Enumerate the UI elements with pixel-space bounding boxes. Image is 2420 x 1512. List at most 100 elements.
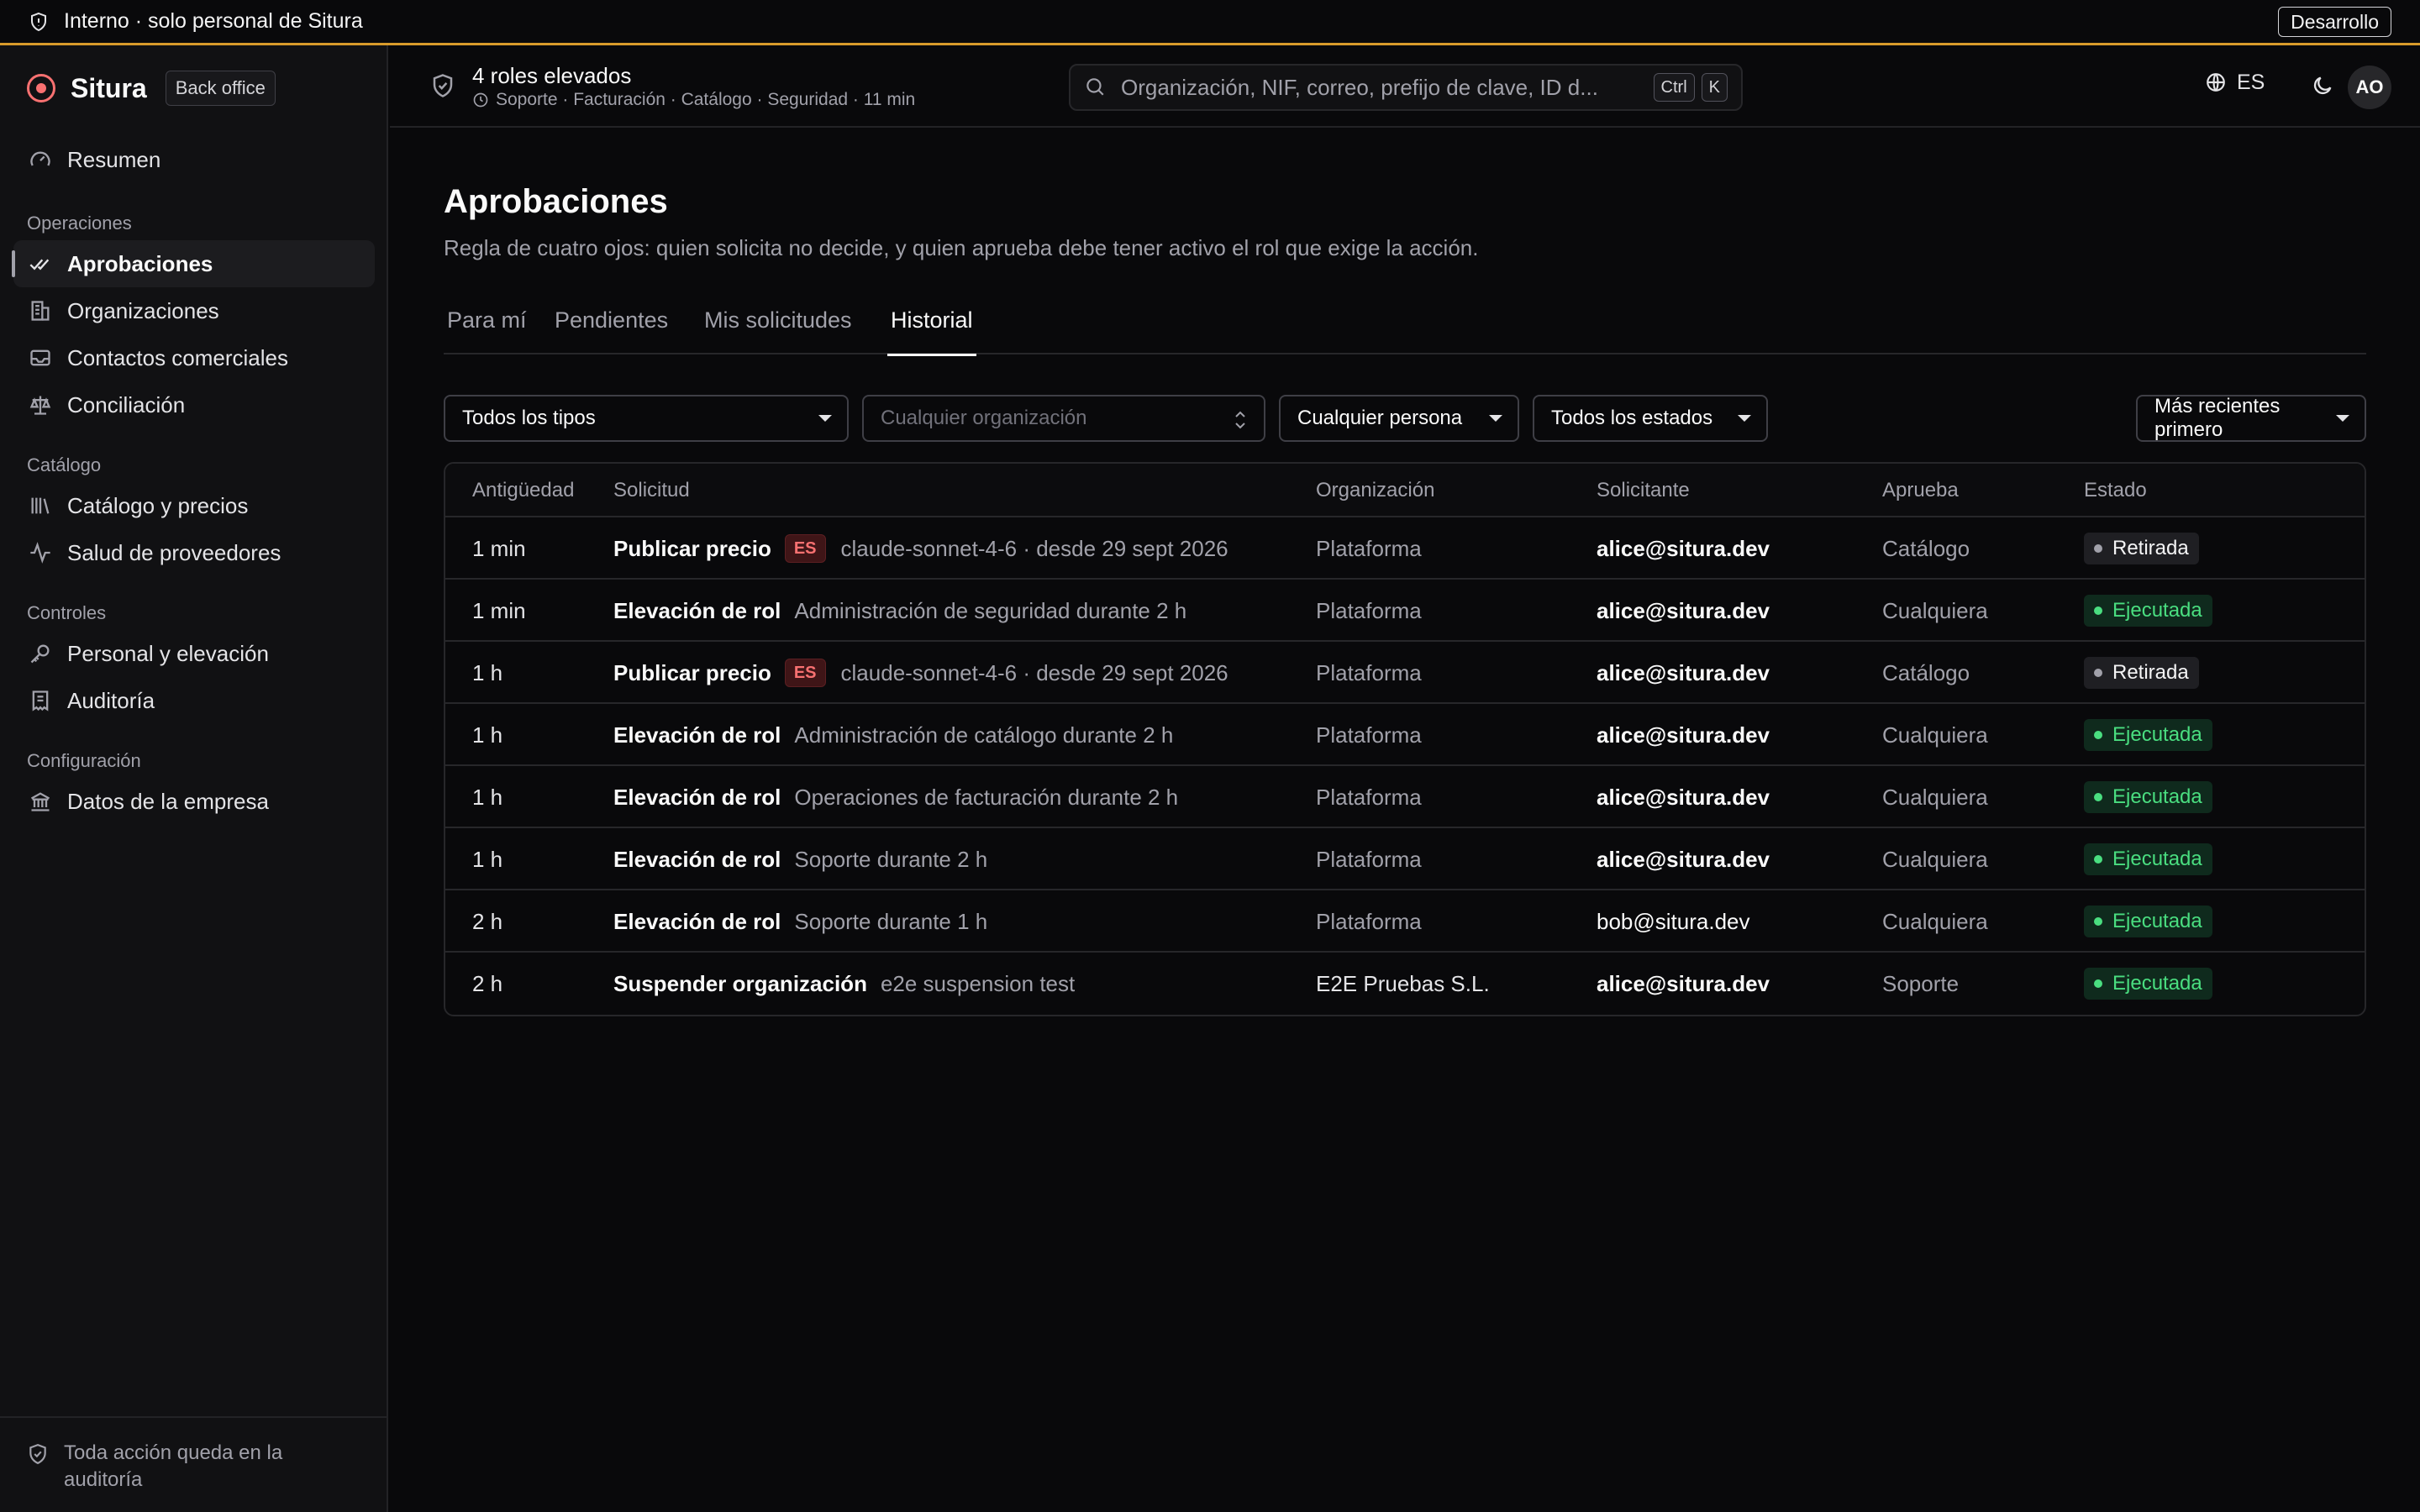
tab-mis-solicitudes[interactable]: Mis solicitudes: [704, 307, 852, 354]
organization-cell: Plataforma: [1316, 847, 1422, 872]
request-cell: Elevación de rol Soporte durante 2 h: [613, 845, 987, 874]
top-header: 4 roles elevados Soporte · Facturación ·…: [390, 45, 2420, 128]
column-header[interactable]: Solicitud: [613, 479, 690, 502]
table-row[interactable]: 1 min Publicar precio ES claude-sonnet-4…: [445, 517, 2365, 580]
column-header[interactable]: Solicitante: [1597, 479, 1690, 502]
sidebar-item-label: Contactos comerciales: [67, 344, 288, 370]
requester-cell[interactable]: bob@situra.dev: [1597, 907, 1750, 936]
request-cell: Elevación de rol Administración de segur…: [613, 596, 1186, 625]
requester-cell[interactable]: alice@situra.dev: [1597, 534, 1770, 563]
type-filter[interactable]: Todos los tipos: [444, 395, 849, 442]
age-cell: 1 h: [472, 722, 503, 748]
sidebar-item-resumen[interactable]: Resumen: [13, 136, 375, 183]
status-badge: Retirada: [2084, 533, 2199, 564]
sidebar-item-organizaciones[interactable]: Organizaciones: [13, 287, 375, 334]
request-type: Elevación de rol: [613, 598, 781, 623]
banner-text: Interno · solo personal de Situra: [64, 9, 363, 33]
request-detail: Soporte durante 1 h: [794, 909, 988, 934]
requester-cell[interactable]: alice@situra.dev: [1597, 783, 1770, 811]
column-header[interactable]: Organización: [1316, 479, 1434, 502]
request-type: Elevación de rol: [613, 722, 781, 748]
nav-group-configuracion: Configuración: [27, 750, 141, 771]
tab-pendientes[interactable]: Pendientes: [555, 307, 668, 354]
table-row[interactable]: 2 h Suspender organización e2e suspensio…: [445, 953, 2365, 1015]
requester-cell[interactable]: alice@situra.dev: [1597, 969, 1770, 998]
avatar[interactable]: AO: [2348, 66, 2391, 109]
shield-check-icon: [27, 1443, 50, 1467]
table-row[interactable]: 1 h Elevación de rol Soporte durante 2 h…: [445, 828, 2365, 890]
request-detail: claude-sonnet-4-6 · desde 29 sept 2026: [840, 660, 1228, 685]
organization-cell: Plataforma: [1316, 909, 1422, 934]
status-dot-icon: [2094, 855, 2102, 864]
type-filter-value: Todos los tipos: [462, 407, 596, 429]
tab-historial[interactable]: Historial: [887, 307, 976, 356]
language-switcher[interactable]: ES: [2205, 71, 2265, 95]
shortcut-k: K: [1701, 73, 1728, 102]
page-title: Aprobaciones: [444, 183, 668, 220]
status-label: Retirada: [2112, 537, 2189, 559]
table-row[interactable]: 1 h Elevación de rol Administración de c…: [445, 704, 2365, 766]
back-office-tag: Back office: [165, 71, 276, 106]
brand[interactable]: Situra Back office: [27, 67, 276, 109]
shield-icon: [29, 12, 49, 32]
status-badge: Ejecutada: [2084, 906, 2212, 937]
request-detail: Operaciones de facturación durante 2 h: [794, 785, 1179, 810]
status-label: Ejecutada: [2112, 723, 2202, 746]
status-filter[interactable]: Todos los estados: [1533, 395, 1768, 442]
status-label: Ejecutada: [2112, 910, 2202, 932]
table-row[interactable]: 1 h Publicar precio ES claude-sonnet-4-6…: [445, 642, 2365, 704]
sort-select[interactable]: Más recientes primero: [2136, 395, 2366, 442]
organization-filter-placeholder: Cualquier organización: [881, 407, 1087, 429]
organization-cell: Plataforma: [1316, 660, 1422, 685]
search-input[interactable]: Organización, NIF, correo, prefijo de cl…: [1121, 75, 1647, 101]
age-cell: 2 h: [472, 971, 503, 996]
sidebar-item-contactos[interactable]: Contactos comerciales: [13, 334, 375, 381]
tab-para-mi[interactable]: Para mí: [447, 307, 527, 354]
person-filter-value: Cualquier persona: [1297, 407, 1463, 429]
sidebar-item-salud-proveedores[interactable]: Salud de proveedores: [13, 529, 375, 576]
table-row[interactable]: 1 h Elevación de rol Operaciones de fact…: [445, 766, 2365, 828]
table-row[interactable]: 2 h Elevación de rol Soporte durante 1 h…: [445, 890, 2365, 953]
request-type: Elevación de rol: [613, 847, 781, 872]
sidebar-item-label: Catálogo y precios: [67, 492, 249, 518]
chevrons-up-down-icon: [1234, 408, 1247, 432]
requester-cell[interactable]: alice@situra.dev: [1597, 721, 1770, 749]
requester-cell[interactable]: alice@situra.dev: [1597, 596, 1770, 625]
requester-cell[interactable]: alice@situra.dev: [1597, 845, 1770, 874]
request-detail: Administración de seguridad durante 2 h: [794, 598, 1187, 623]
status-cell: Retirada: [2084, 531, 2199, 564]
sidebar: Situra Back office Resumen Operaciones A…: [0, 45, 388, 1512]
inbox-icon: [27, 344, 54, 371]
age-cell: 1 min: [472, 598, 526, 623]
sidebar-item-aprobaciones[interactable]: Aprobaciones: [12, 240, 375, 287]
theme-toggle-moon-icon[interactable]: [2307, 71, 2338, 101]
table-row[interactable]: 1 min Elevación de rol Administración de…: [445, 580, 2365, 642]
request-detail: Soporte durante 2 h: [794, 847, 988, 872]
sidebar-item-conciliacion[interactable]: Conciliación: [13, 381, 375, 428]
requester-cell[interactable]: alice@situra.dev: [1597, 659, 1770, 687]
sidebar-item-auditoria[interactable]: Auditoría: [13, 677, 375, 724]
library-icon: [27, 492, 54, 519]
column-header[interactable]: Estado: [2084, 479, 2147, 502]
person-filter[interactable]: Cualquier persona: [1279, 395, 1519, 442]
status-label: Ejecutada: [2112, 785, 2202, 808]
sidebar-item-label: Datos de la empresa: [67, 788, 269, 814]
gauge-icon: [27, 146, 54, 173]
table-body: 1 min Publicar precio ES claude-sonnet-4…: [445, 517, 2365, 1015]
global-search[interactable]: Organización, NIF, correo, prefijo de cl…: [1069, 64, 1743, 111]
request-detail: claude-sonnet-4-6 · desde 29 sept 2026: [840, 536, 1228, 561]
sidebar-item-catalogo[interactable]: Catálogo y precios: [13, 482, 375, 529]
status-badge: Ejecutada: [2084, 595, 2212, 627]
age-cell: 1 min: [472, 536, 526, 561]
request-detail: e2e suspension test: [880, 971, 1076, 996]
column-header[interactable]: Antigüedad: [472, 479, 574, 502]
elevated-roles-indicator[interactable]: 4 roles elevados Soporte · Facturación ·…: [430, 62, 915, 111]
sidebar-item-label: Salud de proveedores: [67, 539, 281, 565]
sidebar-item-datos-empresa[interactable]: Datos de la empresa: [13, 778, 375, 825]
search-icon: [1084, 76, 1107, 99]
status-label: Ejecutada: [2112, 599, 2202, 622]
column-header[interactable]: Aprueba: [1882, 479, 1959, 502]
organization-filter[interactable]: Cualquier organización: [862, 395, 1265, 442]
request-type: Publicar precio: [613, 660, 771, 685]
sidebar-item-personal[interactable]: Personal y elevación: [13, 630, 375, 677]
